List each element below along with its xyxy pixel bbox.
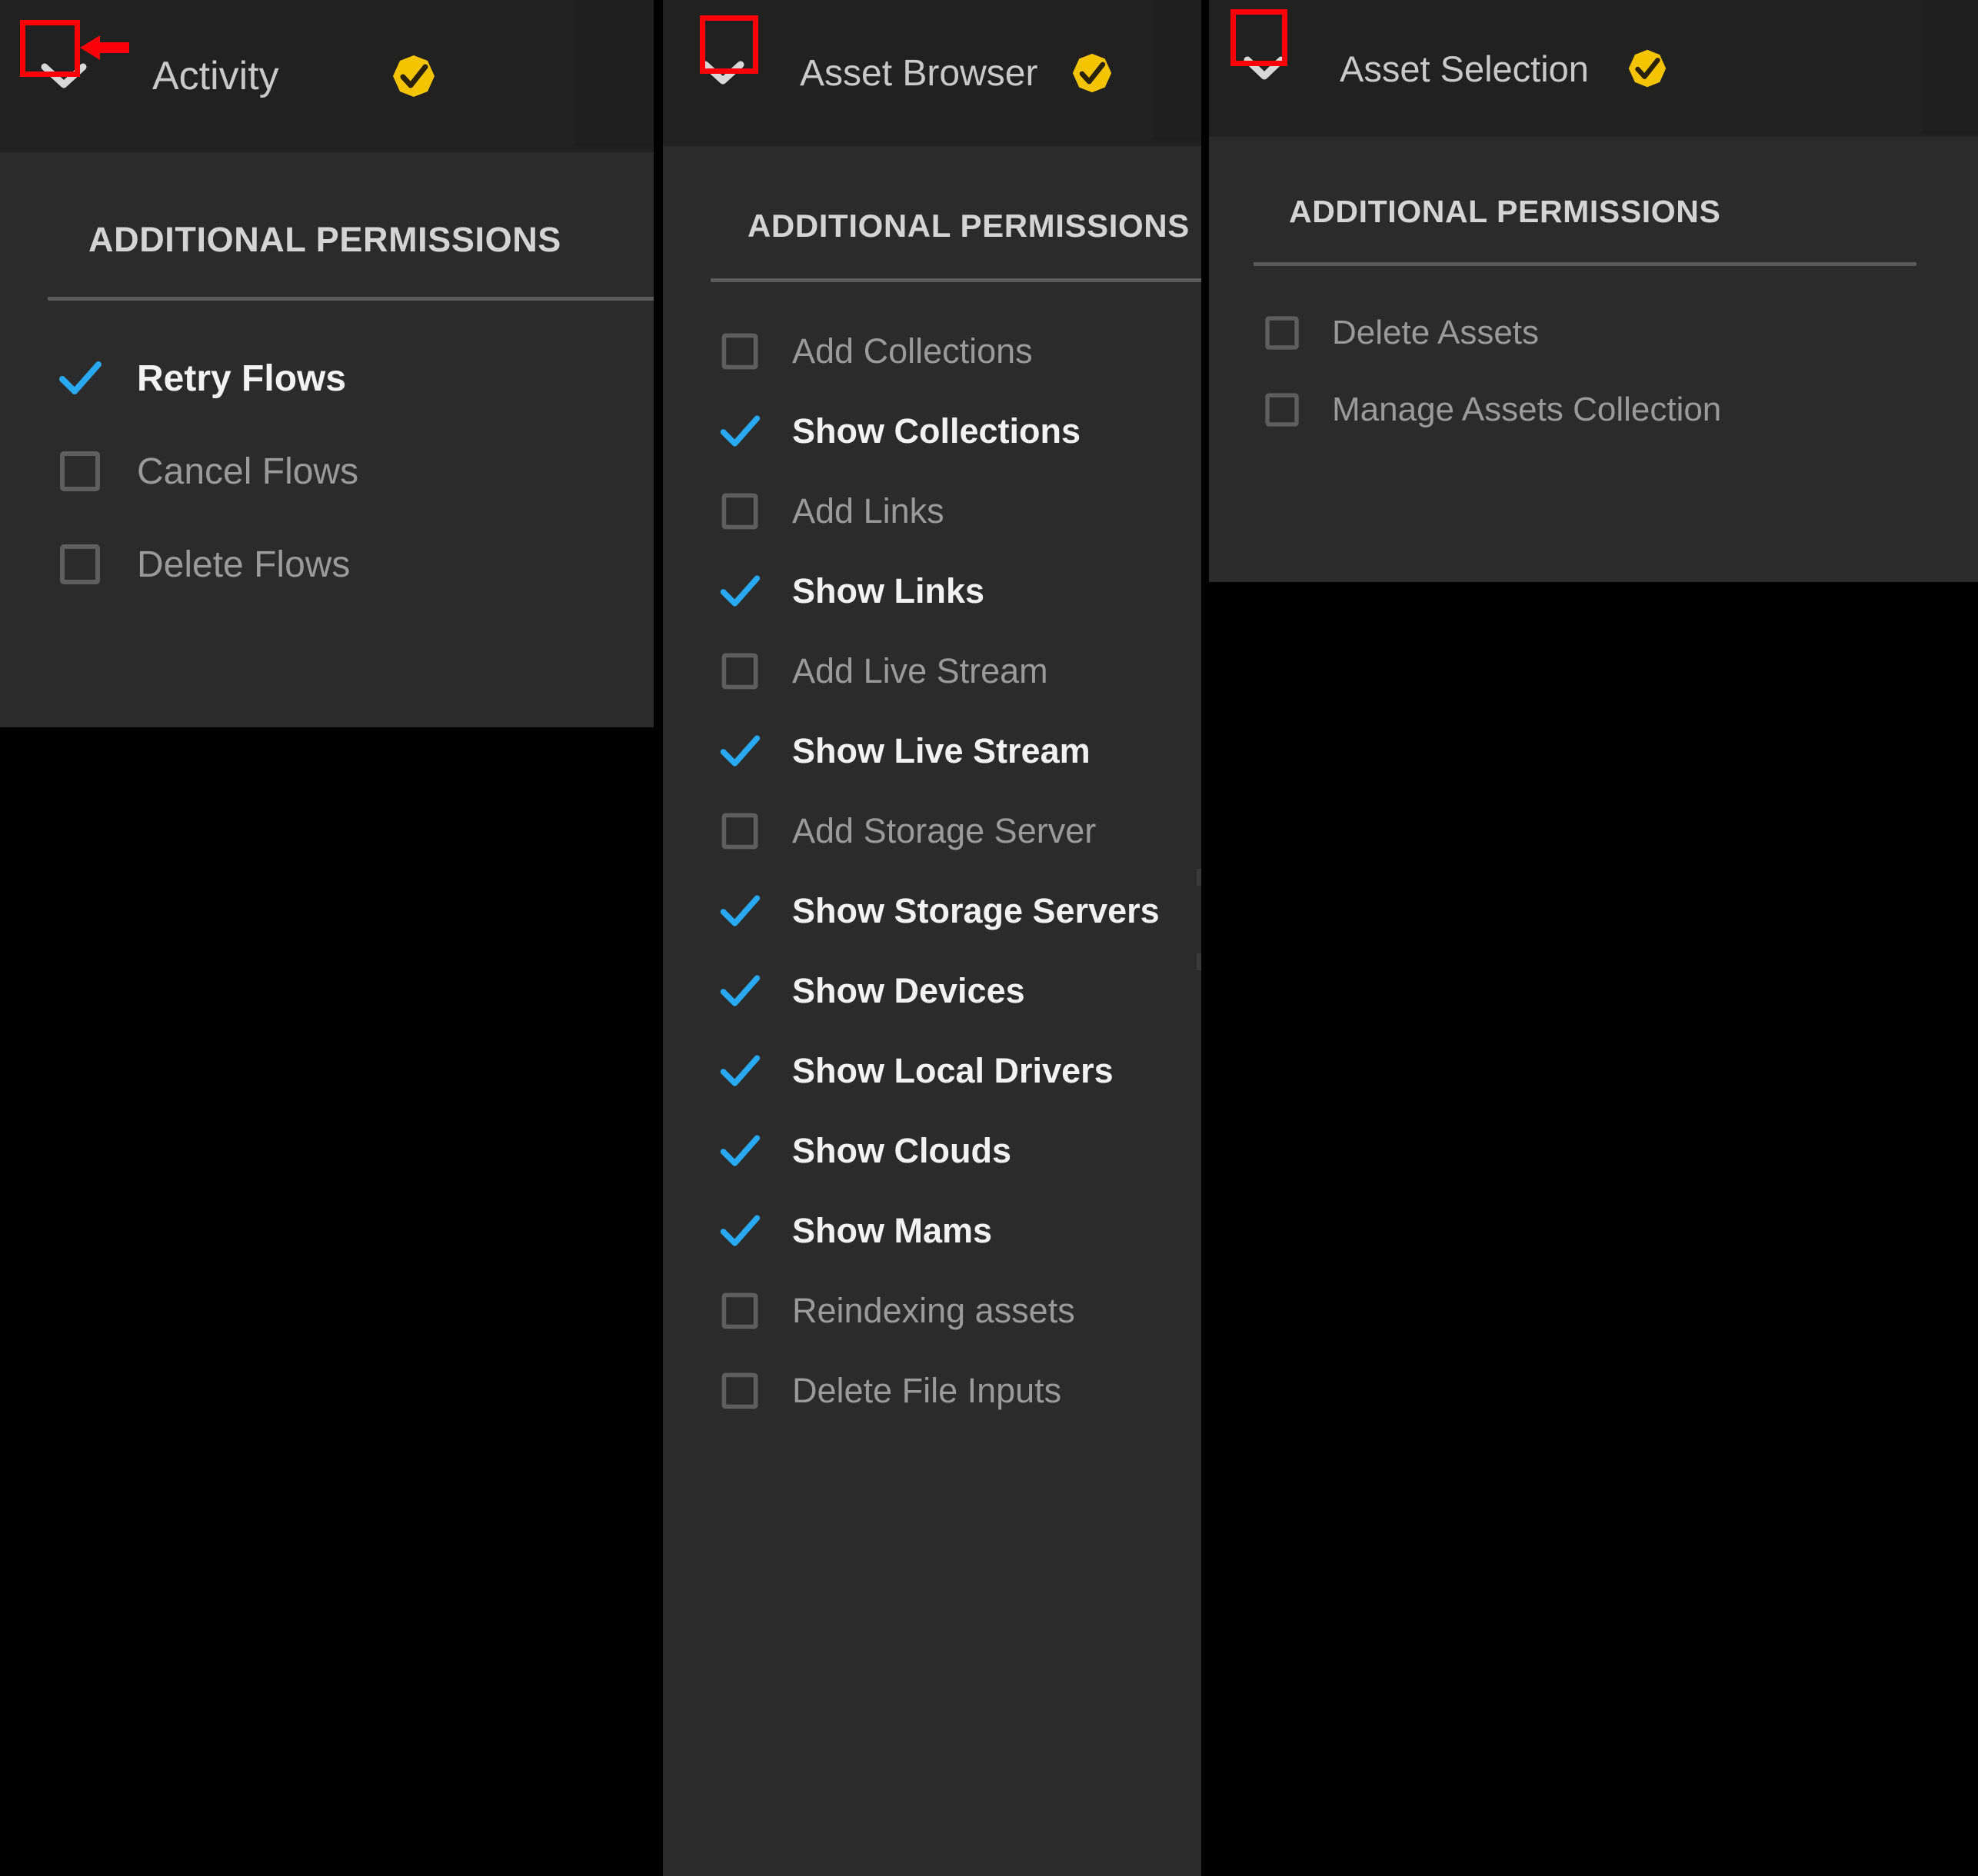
permission-label: Show Local Drivers <box>792 1051 1114 1090</box>
blue-check-icon[interactable] <box>715 966 764 1016</box>
empty-checkbox-icon[interactable] <box>715 487 764 536</box>
permission-list-asset-selection: Delete Assets Manage Assets Collection <box>1265 266 1978 434</box>
panel-seam <box>654 0 663 1876</box>
empty-checkbox-icon[interactable] <box>1258 386 1306 434</box>
permission-row[interactable]: Delete Assets <box>1265 309 1978 357</box>
permission-list-activity: Retry Flows Cancel Flows Delete Flows <box>59 301 654 590</box>
permission-row[interactable]: Show Local Drivers <box>720 1046 1201 1096</box>
permission-row[interactable]: Reindexing assets <box>721 1286 1201 1335</box>
yellow-check-badge-icon <box>1071 52 1113 94</box>
empty-checkbox-icon[interactable] <box>715 1286 764 1335</box>
permission-label: Show Storage Servers <box>792 891 1160 930</box>
permission-row[interactable]: Show Mams <box>720 1206 1201 1256</box>
permission-label: Add Links <box>792 491 944 531</box>
permission-label: Show Links <box>792 571 985 610</box>
section-title-additional-permissions: ADDITIONAL PERMISSIONS <box>748 208 1190 244</box>
blue-check-icon[interactable] <box>715 1046 764 1096</box>
blue-check-icon[interactable] <box>715 727 764 776</box>
permission-row[interactable]: Manage Assets Collection <box>1265 386 1978 434</box>
blue-check-icon[interactable] <box>715 1206 764 1256</box>
empty-checkbox-icon[interactable] <box>715 327 764 376</box>
panel-title-asset-selection: Asset Selection <box>1340 48 1589 89</box>
permission-label: Delete File Inputs <box>792 1371 1062 1410</box>
permission-list-asset-browser: Add Collections Show Collections Add Lin… <box>720 282 1201 1415</box>
empty-checkbox-icon[interactable] <box>715 807 764 856</box>
permission-row[interactable]: Show Devices <box>720 966 1201 1016</box>
empty-checkbox-icon[interactable] <box>715 647 764 696</box>
permission-label: Show Live Stream <box>792 731 1091 770</box>
screenshot-stage: Activity ADDITIONAL PERMISSIONS Retry Fl… <box>0 0 1978 1876</box>
chevron-down-icon <box>701 58 745 88</box>
permission-row[interactable]: Delete Flows <box>60 538 654 590</box>
permission-label: Add Collections <box>792 331 1033 371</box>
permission-row[interactable]: Add Collections <box>721 327 1201 376</box>
permission-row[interactable]: Delete File Inputs <box>721 1366 1201 1415</box>
permission-label: Delete Flows <box>137 544 351 585</box>
collapse-toggle-asset-browser[interactable] <box>684 28 761 118</box>
empty-checkbox-icon[interactable] <box>715 1366 764 1415</box>
permission-label: Manage Assets Collection <box>1332 391 1722 428</box>
permission-label: Retry Flows <box>137 358 347 399</box>
panel-body-asset-browser: ADDITIONAL PERMISSIONS Add Collections S… <box>663 146 1201 1876</box>
permission-row[interactable]: Show Live Stream <box>720 727 1201 776</box>
panel-title-activity: Activity <box>152 54 279 98</box>
permission-label: Show Collections <box>792 411 1081 451</box>
permission-row[interactable]: Add Live Stream <box>721 647 1201 696</box>
permission-row[interactable]: Show Clouds <box>720 1126 1201 1176</box>
panel-header-asset-selection[interactable]: Asset Selection <box>1209 0 1978 137</box>
permission-group-asset-browser: Asset Browser ADDITIONAL PERMISSIONS Add… <box>663 0 1201 1876</box>
yellow-check-badge-icon <box>1627 48 1667 88</box>
permission-row[interactable]: Add Links <box>721 487 1201 536</box>
panel-header-activity[interactable]: Activity <box>0 0 654 152</box>
permission-label: Cancel Flows <box>137 451 359 492</box>
section-title-additional-permissions: ADDITIONAL PERMISSIONS <box>88 220 561 259</box>
permission-label: Show Devices <box>792 971 1025 1010</box>
permission-label: Show Clouds <box>792 1131 1011 1170</box>
yellow-check-badge-icon <box>391 54 436 98</box>
chevron-down-icon <box>1243 55 1286 82</box>
permission-label: Add Live Stream <box>792 651 1048 690</box>
permission-label: Reindexing assets <box>792 1291 1075 1330</box>
panel-seam <box>1201 0 1209 1876</box>
permission-row[interactable]: Show Links <box>720 567 1201 616</box>
blue-check-icon[interactable] <box>715 886 764 936</box>
panel-body-activity: ADDITIONAL PERMISSIONS Retry Flows Cance… <box>0 152 654 727</box>
permission-row[interactable]: Retry Flows <box>59 352 654 404</box>
panel-body-asset-selection: ADDITIONAL PERMISSIONS Delete Assets Man… <box>1209 137 1978 582</box>
section-title-additional-permissions: ADDITIONAL PERMISSIONS <box>1289 194 1721 229</box>
empty-checkbox-icon[interactable] <box>54 538 106 590</box>
permission-row[interactable]: Show Storage Servers <box>720 886 1201 936</box>
blue-check-icon[interactable] <box>715 567 764 616</box>
permission-group-asset-selection: Asset Selection ADDITIONAL PERMISSIONS D… <box>1209 0 1978 582</box>
empty-checkbox-icon[interactable] <box>54 445 106 497</box>
permission-row[interactable]: Cancel Flows <box>60 445 654 497</box>
blue-check-icon[interactable] <box>715 1126 764 1176</box>
permission-label: Add Storage Server <box>792 811 1097 850</box>
chevron-down-icon <box>40 61 88 91</box>
collapse-toggle-asset-selection[interactable] <box>1227 25 1301 111</box>
blue-check-icon[interactable] <box>54 352 106 404</box>
panel-title-asset-browser: Asset Browser <box>800 52 1038 94</box>
blue-check-icon[interactable] <box>715 407 764 456</box>
panel-header-asset-browser[interactable]: Asset Browser <box>663 0 1201 146</box>
permission-group-activity: Activity ADDITIONAL PERMISSIONS Retry Fl… <box>0 0 654 727</box>
permission-row[interactable]: Add Storage Server <box>721 807 1201 856</box>
permission-row[interactable]: Show Collections <box>720 407 1201 456</box>
permission-label: Show Mams <box>792 1211 993 1250</box>
permission-label: Delete Assets <box>1332 314 1540 351</box>
empty-checkbox-icon[interactable] <box>1258 309 1306 357</box>
collapse-toggle-activity[interactable] <box>23 28 105 124</box>
